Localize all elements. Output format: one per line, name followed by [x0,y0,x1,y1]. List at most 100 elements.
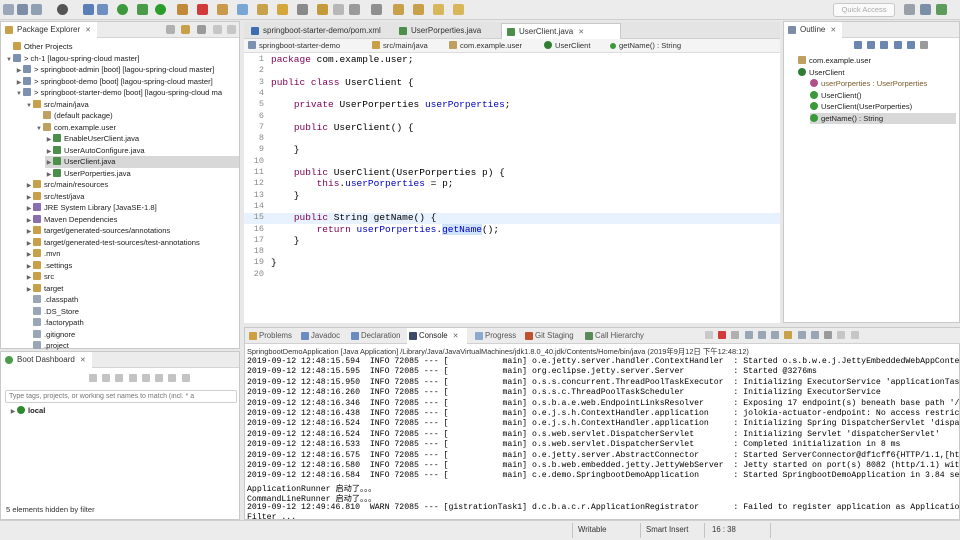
pin-icon[interactable] [297,4,308,15]
expand-icon[interactable]: ▼ [5,55,13,67]
debug-icon[interactable] [102,374,111,382]
tab-progress[interactable]: Progress [473,328,516,344]
terminate-icon[interactable] [718,331,727,339]
hide-fields-icon[interactable] [867,41,876,49]
hide-static-icon[interactable] [880,41,889,49]
outline-item[interactable]: UserClient() [810,90,862,102]
tab-git-staging[interactable]: Git Staging [523,328,574,344]
tree-item[interactable]: .classpath [25,294,78,306]
close-icon[interactable]: ✕ [453,333,459,340]
tab-boot-dashboard[interactable]: Boot Dashboard ✕ [1,352,92,368]
stop-icon[interactable] [115,374,124,382]
toggle-mark-icon[interactable] [317,4,328,15]
view-menu-icon[interactable] [197,25,206,34]
user-icon[interactable] [57,4,68,15]
tab-userclient-java[interactable]: UserClient.java ✕ [501,23,621,39]
minimize-icon[interactable] [213,25,222,34]
tree-item[interactable]: ▶ EnableUserClient.java [45,133,139,145]
view-menu-icon[interactable] [920,41,929,49]
filter-icon[interactable] [168,374,177,382]
tab-pom-xml[interactable]: springboot-starter-demo/pom.xml [246,23,381,39]
tab-javadoc[interactable]: Javadoc [299,328,340,344]
tree-item[interactable]: ▼ src/main/java [25,99,89,111]
outline-item[interactable]: getName() : String [810,112,956,124]
tree-item[interactable]: ▶ target [25,283,63,295]
tree-item[interactable]: ▼ com.example.user [35,122,116,134]
run-icon[interactable] [155,4,166,15]
remove-all-icon[interactable] [731,331,740,339]
tree-item[interactable]: ▶ src [25,271,54,283]
open-task-icon[interactable] [257,4,268,15]
expand-icon[interactable]: ▼ [35,124,43,136]
sort-icon[interactable] [854,41,862,49]
new-class-icon[interactable] [237,4,248,15]
view-menu-icon[interactable] [824,331,833,339]
save-all-icon[interactable] [31,4,42,15]
display-console-icon[interactable] [797,331,806,339]
tab-declaration[interactable]: Declaration [349,328,400,344]
tree-item[interactable]: ▶ JRE System Library [JavaSE-1.8] [25,202,157,214]
word-wrap-icon[interactable] [771,331,780,339]
breadcrumb-package[interactable]: com.example.user [449,39,522,53]
tab-problems[interactable]: Problems [247,328,292,344]
tree-item[interactable]: .project [25,340,69,352]
debug-perspective-icon[interactable] [936,4,947,15]
browser-icon[interactable] [155,374,164,382]
outline-item[interactable]: com.example.user [798,55,871,67]
external-tools-icon[interactable] [177,4,188,15]
remove-launch-icon[interactable] [705,331,713,339]
quick-access-field[interactable]: Quick Access [833,3,895,17]
tree-item[interactable]: ▶ > springboot-admin [boot] [lagou-spring… [15,64,214,76]
back-icon[interactable] [433,4,444,15]
new-icon[interactable] [3,4,14,15]
open-console-icon[interactable] [810,331,819,339]
open-type-icon[interactable] [217,4,228,15]
tree-item[interactable]: ▶ src/test/java [25,191,85,203]
settings-icon[interactable] [181,374,190,382]
link-with-editor-icon[interactable] [181,25,190,34]
outline-item[interactable]: UserClient [798,67,844,79]
console-icon[interactable] [141,374,150,382]
tree-item[interactable]: ▼ > springboot-starter-demo [boot] [lagou… [15,87,222,99]
expand-icon[interactable]: ▼ [25,101,33,113]
code-editor[interactable]: 1 package com.example.user; 2 3 public class… [244,53,780,323]
collapse-all-icon[interactable] [166,25,175,34]
build-icon[interactable] [83,4,94,15]
tab-console[interactable]: Console ✕ [407,328,467,344]
search-icon[interactable] [277,4,288,15]
toggle-block-icon[interactable] [333,4,344,15]
prev-annotation-icon[interactable] [413,4,424,15]
maximize-icon[interactable] [227,25,236,34]
tree-item[interactable]: .DS_Store [25,306,79,318]
tree-item[interactable]: Other Projects [5,41,73,53]
close-icon[interactable]: ✕ [85,27,91,34]
tree-item[interactable]: ▼ > ch-1 [lagou-spring-cloud master] [5,53,139,65]
minimize-icon[interactable] [837,331,846,339]
stop-icon[interactable] [197,4,208,15]
tab-package-explorer[interactable]: Package Explorer ✕ [1,22,98,38]
breadcrumb-class[interactable]: UserClient [544,39,590,53]
tree-item[interactable]: ▶ .settings [25,260,72,272]
local-target-row[interactable]: ▶ local [9,405,45,417]
save-icon[interactable] [17,4,28,15]
close-icon[interactable]: ✕ [80,357,86,364]
outline-item[interactable]: UserClient(UserPorperties) [810,101,912,113]
tree-item[interactable]: ▶ target/generated-sources/annotations [25,225,170,237]
forward-icon[interactable] [453,4,464,15]
tree-item[interactable]: ▶ Maven Dependencies [25,214,117,226]
close-icon[interactable]: ✕ [830,27,836,34]
clear-console-icon[interactable] [744,331,753,339]
breadcrumb-project[interactable]: springboot-starter-demo [248,39,340,53]
show-whitespace-icon[interactable] [349,4,360,15]
debug-icon[interactable] [137,4,148,15]
tree-item[interactable]: ▶ .mvn [25,248,60,260]
pin-console-icon[interactable] [784,331,793,339]
perspective-icon[interactable] [904,4,915,15]
boot-dashboard-filter-input[interactable] [5,390,237,403]
tree-item[interactable]: ▶ src/main/resources [25,179,108,191]
hide-local-types-icon[interactable] [906,41,915,49]
paragraph-icon[interactable] [371,4,382,15]
close-icon[interactable]: ✕ [578,29,584,36]
java-perspective-icon[interactable] [920,4,931,15]
next-annotation-icon[interactable] [393,4,404,15]
